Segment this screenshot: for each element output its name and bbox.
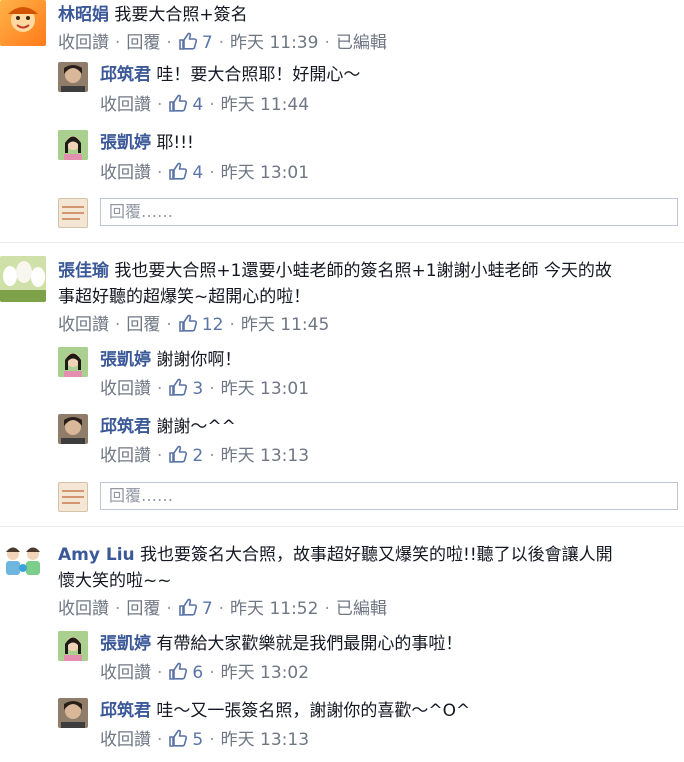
- unlike-link[interactable]: 收回讚: [100, 163, 151, 183]
- reply-author[interactable]: 邱筑君: [100, 701, 151, 721]
- comment-body: 張佳瑜 我也要大合照+1還要小蛙老師的簽名照+1謝謝小蛙老師 今天的故 事超好聽…: [58, 258, 678, 310]
- avatar[interactable]: [58, 62, 88, 92]
- unlike-link[interactable]: 收回讚: [100, 95, 151, 115]
- like-count[interactable]: 7: [202, 599, 213, 619]
- reply-author[interactable]: 張凱婷: [100, 634, 151, 654]
- reply-body: 邱筑君 哇！要大合照耶！好開心～: [100, 62, 670, 88]
- unlike-link[interactable]: 收回讚: [58, 33, 109, 53]
- comment-thread: Amy Liu 我也要簽名大合照，故事超好聽又爆笑的啦!!聽了以後會讓人開 懷大…: [0, 540, 684, 762]
- reply-body: 邱筑君 哇～又一張簽名照，謝謝你的喜歡～^O^: [100, 698, 670, 724]
- unlike-link[interactable]: 收回讚: [58, 599, 109, 619]
- thumbs-up-icon[interactable]: [168, 728, 188, 748]
- comment-thread: 林昭娟 我要大合照+簽名 收回讚 · 回覆 · 7 · 昨天 11:39 · 已編輯 邱筑君 哇…: [0, 0, 684, 236]
- thumbs-up-icon[interactable]: [178, 31, 198, 51]
- comment-actions: 收回讚 · 回覆 · 7 · 昨天 11:52 · 已編輯: [58, 597, 387, 619]
- reply-body: 邱筑君 謝謝～^^: [100, 414, 670, 440]
- avatar: [58, 482, 88, 512]
- reply-actions: 收回讚 · 6 · 昨天 13:02: [100, 661, 310, 683]
- like-count[interactable]: 3: [192, 379, 203, 399]
- unlike-link[interactable]: 收回讚: [100, 446, 151, 466]
- timestamp[interactable]: 昨天 11:52: [230, 599, 318, 619]
- thumbs-up-icon[interactable]: [168, 661, 188, 681]
- comment-body: Amy Liu 我也要簽名大合照，故事超好聽又爆笑的啦!!聽了以後會讓人開 懷大…: [58, 542, 678, 594]
- reply-author[interactable]: 邱筑君: [100, 417, 151, 437]
- comment-text-line2: 懷大笑的啦~~: [58, 571, 172, 591]
- reply-input[interactable]: 回覆……: [100, 198, 678, 226]
- edited-link[interactable]: 已編輯: [336, 599, 387, 619]
- avatar[interactable]: [58, 698, 88, 728]
- timestamp[interactable]: 昨天 11:44: [221, 95, 309, 115]
- comment-actions: 收回讚 · 回覆 · 12 · 昨天 11:45: [58, 313, 330, 335]
- like-count[interactable]: 2: [192, 446, 203, 466]
- reply-actions: 收回讚 · 5 · 昨天 13:13: [100, 728, 310, 750]
- avatar[interactable]: [0, 540, 46, 586]
- avatar[interactable]: [58, 414, 88, 444]
- unlike-link[interactable]: 收回讚: [100, 730, 151, 750]
- like-count[interactable]: 12: [202, 315, 224, 335]
- timestamp[interactable]: 昨天 13:13: [221, 730, 309, 750]
- thumbs-up-icon[interactable]: [168, 444, 188, 464]
- reply-author[interactable]: 張凱婷: [100, 350, 151, 370]
- reply-actions: 收回讚 · 3 · 昨天 13:01: [100, 377, 310, 399]
- reply-input[interactable]: 回覆……: [100, 482, 678, 510]
- thumbs-up-icon[interactable]: [168, 93, 188, 113]
- comment-author[interactable]: 林昭娟: [58, 5, 109, 25]
- avatar[interactable]: [58, 130, 88, 160]
- avatar[interactable]: [0, 256, 46, 302]
- reply-text: 哇！要大合照耶！好開心～: [156, 65, 361, 85]
- divider: [0, 526, 684, 527]
- timestamp[interactable]: 昨天 13:01: [221, 163, 309, 183]
- comment-author[interactable]: 張佳瑜: [58, 261, 109, 281]
- reply-text: 有帶給大家歡樂就是我們最開心的事啦！: [156, 634, 463, 654]
- reply-actions: 收回讚 · 4 · 昨天 13:01: [100, 161, 310, 183]
- reply-link[interactable]: 回覆: [126, 315, 160, 335]
- reply-link[interactable]: 回覆: [126, 599, 160, 619]
- avatar: [58, 198, 88, 228]
- timestamp[interactable]: 昨天 11:39: [230, 33, 318, 53]
- comment-thread: 張佳瑜 我也要大合照+1還要小蛙老師的簽名照+1謝謝小蛙老師 今天的故 事超好聽…: [0, 256, 684, 518]
- timestamp[interactable]: 昨天 11:45: [241, 315, 329, 335]
- reply-actions: 收回讚 · 2 · 昨天 13:13: [100, 444, 310, 466]
- like-count[interactable]: 5: [192, 730, 203, 750]
- reply-author[interactable]: 張凱婷: [100, 133, 151, 153]
- thumbs-up-icon[interactable]: [178, 313, 198, 333]
- divider: [0, 242, 684, 243]
- reply-author[interactable]: 邱筑君: [100, 65, 151, 85]
- comment-text: 我要大合照+簽名: [114, 5, 248, 25]
- unlike-link[interactable]: 收回讚: [58, 315, 109, 335]
- unlike-link[interactable]: 收回讚: [100, 379, 151, 399]
- thumbs-up-icon[interactable]: [178, 597, 198, 617]
- reply-body: 張凱婷 謝謝你啊！: [100, 347, 670, 373]
- reply-text: 謝謝～^^: [156, 417, 236, 437]
- comment-text: 我也要大合照+1還要小蛙老師的簽名照+1謝謝小蛙老師 今天的故: [114, 261, 612, 281]
- avatar[interactable]: [58, 347, 88, 377]
- reply-body: 張凱婷 有帶給大家歡樂就是我們最開心的事啦！: [100, 631, 670, 657]
- timestamp[interactable]: 昨天 13:01: [221, 379, 309, 399]
- reply-text: 謝謝你啊！: [156, 350, 242, 370]
- like-count[interactable]: 6: [192, 663, 203, 683]
- thumbs-up-icon[interactable]: [168, 161, 188, 181]
- reply-text: 耶!!!: [156, 133, 194, 153]
- thumbs-up-icon[interactable]: [168, 377, 188, 397]
- comment-text: 我也要簽名大合照，故事超好聽又爆笑的啦!!聽了以後會讓人開: [140, 545, 613, 565]
- reply-body: 張凱婷 耶!!!: [100, 130, 670, 156]
- comment-actions: 收回讚 · 回覆 · 7 · 昨天 11:39 · 已編輯: [58, 31, 387, 53]
- timestamp[interactable]: 昨天 13:02: [221, 663, 309, 683]
- unlike-link[interactable]: 收回讚: [100, 663, 151, 683]
- like-count[interactable]: 4: [192, 95, 203, 115]
- avatar[interactable]: [58, 631, 88, 661]
- comment-text-line2: 事超好聽的超爆笑~超開心的啦！: [58, 287, 311, 307]
- avatar[interactable]: [0, 0, 46, 46]
- reply-actions: 收回讚 · 4 · 昨天 11:44: [100, 93, 310, 115]
- reply-link[interactable]: 回覆: [126, 33, 160, 53]
- like-count[interactable]: 7: [202, 33, 213, 53]
- like-count[interactable]: 4: [192, 163, 203, 183]
- timestamp[interactable]: 昨天 13:13: [221, 446, 309, 466]
- edited-link[interactable]: 已編輯: [336, 33, 387, 53]
- comment-body: 林昭娟 我要大合照+簽名: [58, 2, 678, 28]
- comment-author[interactable]: Amy Liu: [58, 545, 135, 565]
- reply-text: 哇～又一張簽名照，謝謝你的喜歡～^O^: [156, 701, 471, 721]
